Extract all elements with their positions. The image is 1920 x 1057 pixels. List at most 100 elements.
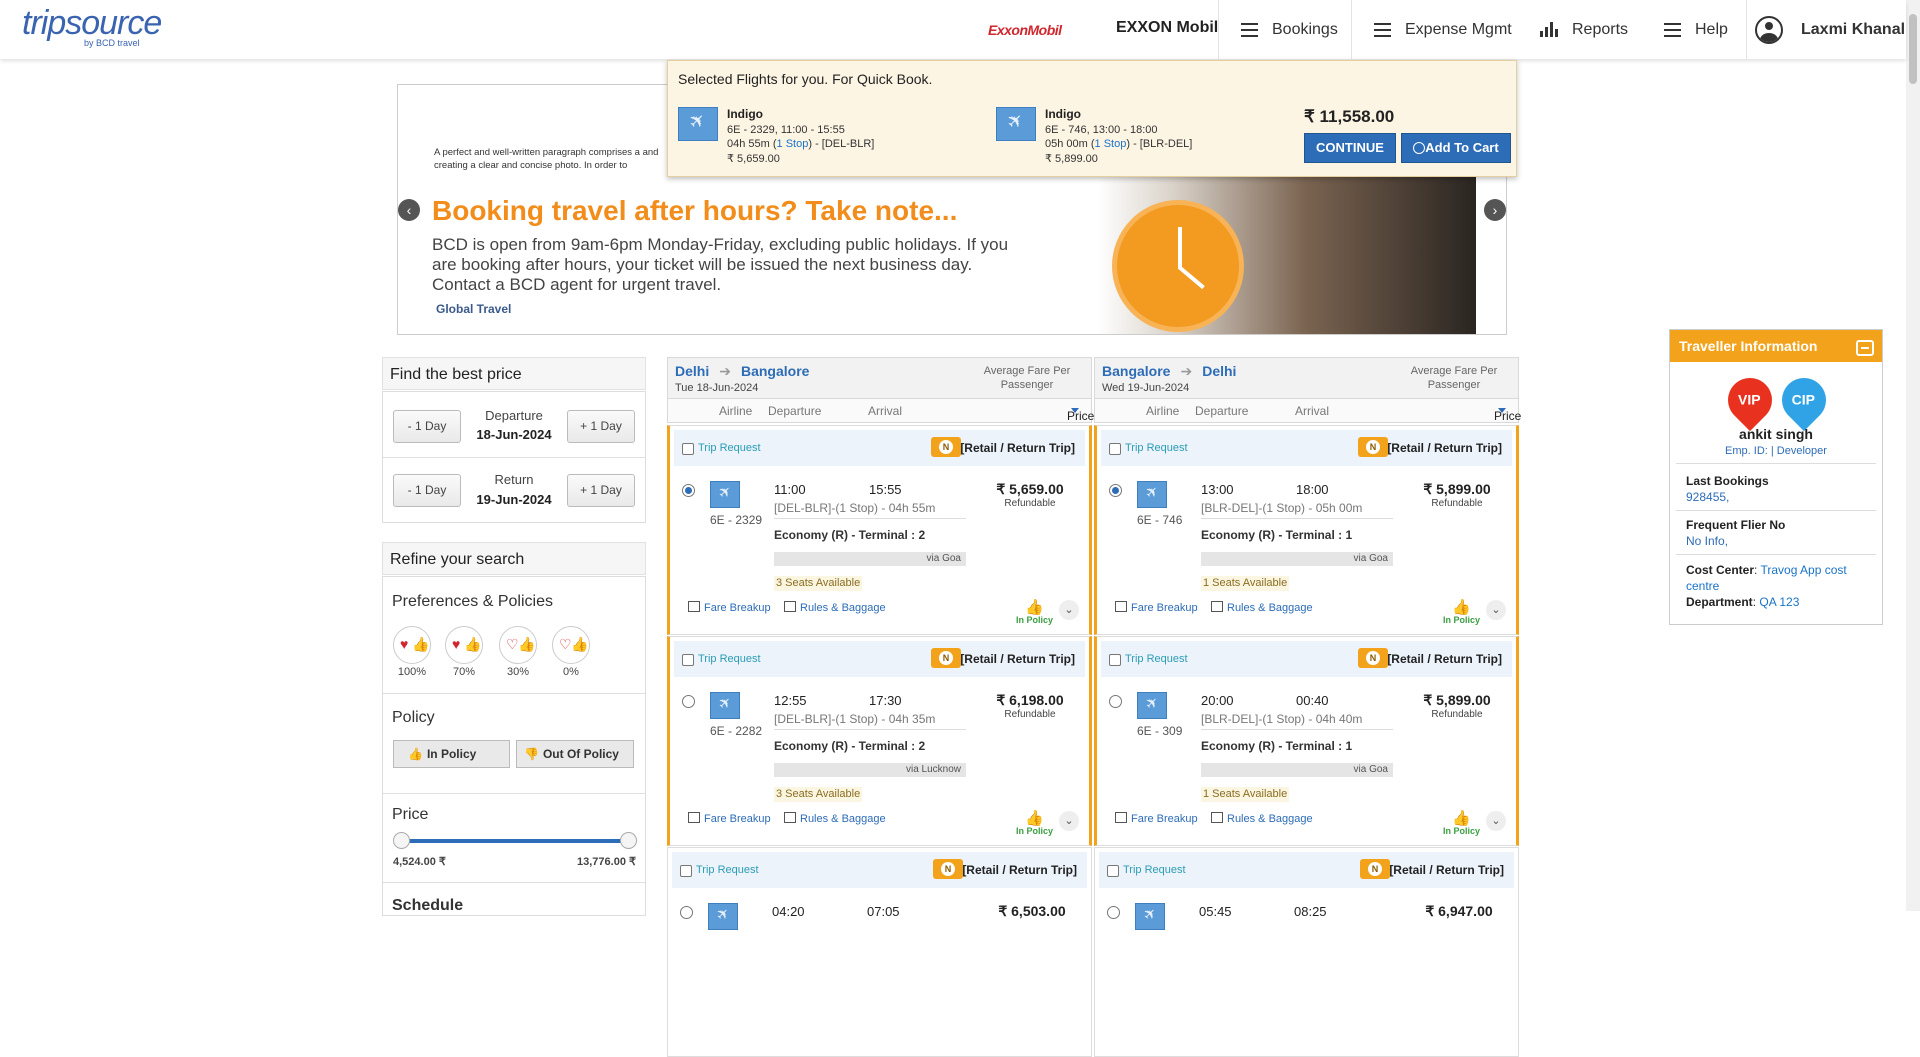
pref-100-button[interactable]: ♥ 👍 <box>393 626 431 664</box>
stops-link[interactable]: 1 Stop <box>777 138 809 150</box>
sort-bar: Airline Departure Arrival Price <box>1094 399 1521 423</box>
sort-arrival[interactable]: Arrival <box>868 404 902 418</box>
traveller-emp-id: Emp. ID: | Developer <box>1725 445 1827 457</box>
flight-card: Trip Request N [Retail / Return Trip] 6E… <box>667 425 1092 635</box>
banner-next-button[interactable]: › <box>1484 199 1506 221</box>
trip-request-checkbox[interactable] <box>682 654 694 666</box>
nav-help[interactable]: Help <box>1642 0 1746 59</box>
trip-request-checkbox[interactable] <box>680 865 692 877</box>
sort-airline[interactable]: Airline <box>719 404 752 418</box>
trip-request-link[interactable]: Trip Request <box>1123 864 1186 876</box>
price-slider-track[interactable] <box>401 839 627 843</box>
scrollbar-thumb[interactable] <box>1909 14 1917 84</box>
departure-time: 20:00 <box>1201 693 1234 708</box>
trip-request-link[interactable]: Trip Request <box>1125 653 1188 665</box>
refundable-label: Refundable <box>1004 498 1056 509</box>
banner-prev-button[interactable]: ‹ <box>398 199 420 221</box>
trip-request-link[interactable]: Trip Request <box>696 864 759 876</box>
divider <box>383 693 645 694</box>
best-price-title: Find the best price <box>382 357 646 390</box>
fare-breakup-link[interactable]: Fare Breakup <box>688 812 771 825</box>
flight-select-radio[interactable] <box>682 695 695 708</box>
trip-request-checkbox[interactable] <box>1109 443 1121 455</box>
arrival-time: 18:00 <box>1296 482 1329 497</box>
flight-select-radio[interactable] <box>1107 906 1120 919</box>
collapse-icon[interactable] <box>1856 340 1874 356</box>
last-bookings-link[interactable]: 928455, <box>1686 490 1729 504</box>
chevron-down-icon[interactable]: ⌄ <box>1486 600 1506 620</box>
chevron-down-icon[interactable]: ⌄ <box>1059 600 1079 620</box>
heart-outline-icon: ♡ <box>506 636 519 652</box>
menu-icon <box>1374 22 1391 37</box>
baggage-icon <box>1211 601 1223 612</box>
fare-type-badge: N <box>1358 437 1388 457</box>
ffn-value: No Info, <box>1686 534 1729 548</box>
flight-select-radio[interactable] <box>682 484 695 497</box>
chevron-down-icon[interactable]: ⌄ <box>1059 811 1079 831</box>
fare-breakup-link[interactable]: Fare Breakup <box>688 601 771 614</box>
seats-available: 3 Seats Available <box>774 787 863 802</box>
cip-badge: CIP <box>1772 368 1836 432</box>
airline-logo-icon <box>678 107 718 141</box>
return-minus-day-button[interactable]: - 1 Day <box>393 474 461 507</box>
chevron-down-icon[interactable]: ⌄ <box>1486 811 1506 831</box>
pref-30-button[interactable]: ♡ 👍 <box>499 626 537 664</box>
rules-baggage-link[interactable]: Rules & Baggage <box>784 601 886 614</box>
pref-0-button[interactable]: ♡ 👍 <box>552 626 590 664</box>
arrow-right-icon: ➔ <box>719 363 731 379</box>
trip-request-checkbox[interactable] <box>1109 654 1121 666</box>
pref-70-button[interactable]: ♥ 👍 <box>445 626 483 664</box>
price-slider-max-handle[interactable] <box>620 832 637 849</box>
price-slider-min-handle[interactable] <box>393 832 410 849</box>
outbound-results: Delhi ➔ Bangalore Tue 18-Jun-2024 Average … <box>667 357 1094 1057</box>
fare-breakup-link[interactable]: Fare Breakup <box>1115 601 1198 614</box>
trip-request-link[interactable]: Trip Request <box>698 653 761 665</box>
fare-type-label: [Retail / Return Trip] <box>960 652 1075 666</box>
flight-select-radio[interactable] <box>1109 695 1122 708</box>
refundable-label: Refundable <box>1004 709 1056 720</box>
fare-type-label: [Retail / Return Trip] <box>1387 652 1502 666</box>
out-policy-filter-button[interactable]: 👎 Out Of Policy <box>516 740 634 768</box>
last-bookings-label: Last Bookings <box>1686 474 1769 488</box>
flight-select-radio[interactable] <box>1109 484 1122 497</box>
nav-reports[interactable]: Reports <box>1518 0 1660 59</box>
trip-request-checkbox[interactable] <box>682 443 694 455</box>
average-fare-label: Average Fare Per Passenger <box>1410 365 1498 391</box>
stops-link[interactable]: 1 Stop <box>1095 138 1127 150</box>
divider <box>1676 510 1876 511</box>
continue-button[interactable]: CONTINUE <box>1304 133 1396 163</box>
departure-plus-day-button[interactable]: + 1 Day <box>567 410 635 443</box>
sort-price[interactable]: Price <box>1494 404 1521 423</box>
traveller-info-panel: Traveller Information VIP CIP ankit sing… <box>1669 329 1883 625</box>
flight-card: Trip Request N [Retail / Return Trip] 05… <box>1094 847 1519 1057</box>
fare-breakup-link[interactable]: Fare Breakup <box>1115 812 1198 825</box>
arrival-time: 08:25 <box>1294 904 1327 919</box>
return-plus-day-button[interactable]: + 1 Day <box>567 474 635 507</box>
rules-baggage-link[interactable]: Rules & Baggage <box>1211 812 1313 825</box>
trip-request-checkbox[interactable] <box>1107 865 1119 877</box>
vertical-scrollbar[interactable] <box>1906 0 1920 911</box>
sort-bar: Airline Departure Arrival Price <box>667 399 1094 423</box>
cart-icon <box>1413 142 1426 154</box>
user-menu[interactable]: Laxmi Khanal <box>1746 0 1906 59</box>
arrival-time: 00:40 <box>1296 693 1329 708</box>
sort-arrival[interactable]: Arrival <box>1295 404 1329 418</box>
nav-expense[interactable]: Expense Mgmt <box>1351 0 1535 59</box>
sort-departure[interactable]: Departure <box>768 404 821 418</box>
flight-select-radio[interactable] <box>680 906 693 919</box>
in-policy-filter-button[interactable]: 👍 In Policy <box>393 740 510 768</box>
rules-baggage-link[interactable]: Rules & Baggage <box>784 812 886 825</box>
departure-minus-day-button[interactable]: - 1 Day <box>393 410 461 443</box>
thumbs-up-icon: 👍 <box>408 747 423 761</box>
sort-airline[interactable]: Airline <box>1146 404 1179 418</box>
add-to-cart-button[interactable]: Add To Cart <box>1401 133 1511 163</box>
trip-request-link[interactable]: Trip Request <box>698 442 761 454</box>
in-policy-label: In Policy <box>1442 826 1480 836</box>
nav-bookings[interactable]: Bookings <box>1218 0 1351 59</box>
trip-request-link[interactable]: Trip Request <box>1125 442 1188 454</box>
sort-departure[interactable]: Departure <box>1195 404 1248 418</box>
rules-baggage-link[interactable]: Rules & Baggage <box>1211 601 1313 614</box>
sort-price[interactable]: Price <box>1067 404 1094 423</box>
return-results: Bangalore ➔ Delhi Wed 19-Jun-2024 Average … <box>1094 357 1521 1057</box>
return-date: 19-Jun-2024 <box>476 492 552 507</box>
